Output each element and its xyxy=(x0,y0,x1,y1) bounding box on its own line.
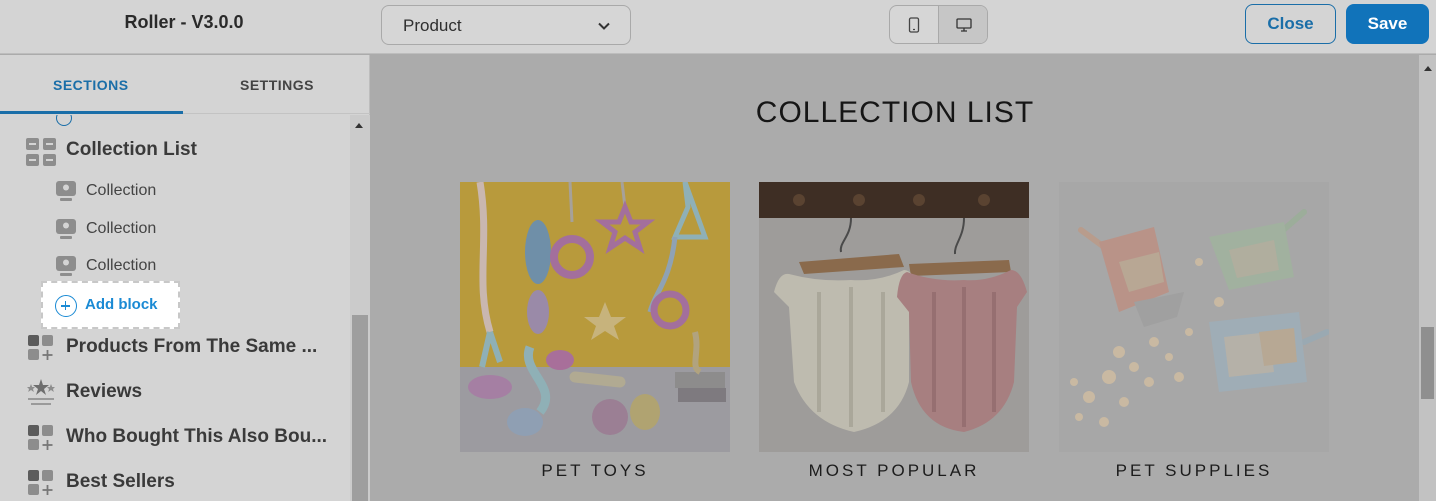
sidebar: SECTIONS SETTINGS Collection List Collec… xyxy=(0,55,370,501)
add-circle-icon xyxy=(55,295,77,317)
collection-card[interactable]: PET SUPPLIES xyxy=(1059,182,1329,481)
tab-settings[interactable]: SETTINGS xyxy=(240,77,314,93)
block-label: Collection xyxy=(86,220,157,237)
collection-list-title: COLLECTION LIST xyxy=(755,96,1035,129)
collection-card[interactable]: PET TOYS xyxy=(460,182,730,481)
page-type-select-value: Product xyxy=(403,16,462,35)
sidebar-scroll-thumb[interactable] xyxy=(352,315,368,501)
section-who-bought-this[interactable]: Who Bought This Also Bou... xyxy=(0,423,350,453)
product-grid-icon xyxy=(28,425,53,450)
section-label: Products From The Same ... xyxy=(66,336,318,357)
collection-caption: PET TOYS xyxy=(541,461,649,480)
collection-block-icon xyxy=(56,256,76,276)
section-products-from-same[interactable]: Products From The Same ... xyxy=(0,333,350,363)
desktop-view-button[interactable] xyxy=(939,6,987,43)
add-block-button[interactable]: Add block xyxy=(41,281,180,329)
section-tree: Collection List Collection Collection Co… xyxy=(0,115,350,501)
page-type-select[interactable]: Product xyxy=(381,5,631,45)
scroll-up-arrow-icon[interactable] xyxy=(355,123,363,128)
pet-supplies-photo xyxy=(1059,182,1329,452)
block-label: Collection xyxy=(86,182,157,199)
top-bar: Roller - V3.0.0 Product Close Save xyxy=(0,0,1436,54)
section-best-sellers[interactable]: Best Sellers xyxy=(0,468,350,498)
pet-toys-photo xyxy=(460,182,730,452)
collection-caption: PET SUPPLIES xyxy=(1115,461,1273,480)
collection-block-icon xyxy=(56,219,76,239)
block-collection[interactable]: Collection xyxy=(0,179,350,203)
block-collection[interactable]: Collection xyxy=(0,254,350,278)
section-label: Best Sellers xyxy=(66,471,175,492)
collection-block-icon xyxy=(56,181,76,201)
chevron-down-icon xyxy=(598,22,610,30)
preview-scroll-thumb[interactable] xyxy=(1421,327,1434,399)
section-collection-list[interactable]: Collection List xyxy=(0,135,350,166)
collection-list-icon xyxy=(26,138,56,166)
close-button[interactable]: Close xyxy=(1245,4,1336,44)
mobile-view-button[interactable] xyxy=(890,6,939,43)
desktop-icon xyxy=(955,17,972,32)
collection-card[interactable]: MOST POPULAR xyxy=(759,182,1029,481)
block-label: Collection xyxy=(86,257,157,274)
product-grid-icon xyxy=(28,470,53,495)
section-reviews[interactable]: Reviews xyxy=(0,378,350,408)
save-button[interactable]: Save xyxy=(1346,4,1429,44)
section-label: Collection List xyxy=(66,139,197,160)
active-tab-indicator xyxy=(0,111,183,114)
product-grid-icon xyxy=(28,335,53,360)
mobile-icon xyxy=(908,16,920,33)
app-title: Roller - V3.0.0 xyxy=(124,12,244,32)
pet-sweaters-photo xyxy=(759,182,1029,452)
reviews-stars-icon xyxy=(27,379,55,405)
section-label: Reviews xyxy=(66,381,143,402)
preview-canvas: COLLECTION LIST PET TOYS MOST POPULAR PE… xyxy=(371,55,1419,501)
tab-sections[interactable]: SECTIONS xyxy=(53,77,129,93)
scroll-up-arrow-icon[interactable] xyxy=(1424,66,1432,71)
add-block-label: Add block xyxy=(85,296,158,313)
block-icon xyxy=(56,115,72,126)
section-label: Who Bought This Also Bou... xyxy=(66,426,328,447)
block-collection[interactable]: Collection xyxy=(0,217,350,241)
device-toggle xyxy=(889,5,988,44)
collection-caption: MOST POPULAR xyxy=(808,461,980,480)
preview-scrollbar[interactable] xyxy=(1419,55,1436,501)
sidebar-tabs: SECTIONS SETTINGS xyxy=(0,55,370,114)
